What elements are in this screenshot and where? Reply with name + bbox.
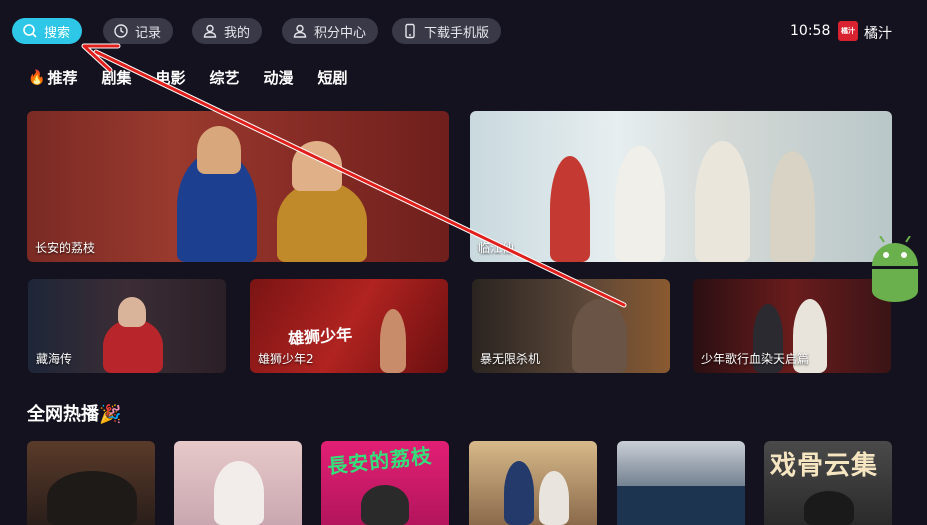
banner-card[interactable]: 临江仙 (470, 111, 892, 262)
poster-card[interactable] (27, 441, 155, 525)
user-icon (203, 24, 217, 38)
tab-label: 综艺 (209, 69, 240, 87)
fire-icon: 🔥 (28, 69, 46, 86)
mine-button[interactable]: 我的 (192, 18, 263, 44)
poster-figure (214, 461, 264, 525)
tab-movie[interactable]: 电影 (155, 67, 185, 88)
poster-figure (361, 485, 409, 525)
tab-short-drama[interactable]: 短剧 (318, 67, 348, 88)
banner-figure (695, 141, 750, 262)
download-app-button-label: 下载手机版 (424, 25, 490, 41)
user-icon (293, 24, 307, 38)
banner-card[interactable]: 长安的荔枝 (27, 111, 449, 262)
mine-button-label: 我的 (224, 25, 251, 41)
banner-figure (615, 146, 665, 262)
top-bar: 搜索 记录 我的 积分中心 下载手机版 10:58 橘汁 橘汁 (0, 0, 927, 62)
card-title: 雄狮少年2 (258, 352, 314, 366)
banner-title: 长安的荔枝 (35, 241, 96, 255)
banner-title: 临江仙 (478, 241, 515, 255)
card-title: 少年歌行血染天启篇 (701, 352, 810, 366)
history-icon (114, 24, 128, 38)
tab-label: 推荐 (47, 69, 78, 87)
poster-card[interactable] (617, 441, 745, 525)
brand-logo-text: 橘汁 (841, 27, 855, 35)
search-icon (23, 24, 37, 38)
category-tabs: 🔥 推荐 剧集 电影 综艺 动漫 短剧 (28, 67, 372, 88)
tab-anime[interactable]: 动漫 (264, 67, 294, 88)
clock: 10:58 (790, 23, 831, 39)
poster-figure (47, 471, 137, 525)
download-app-button[interactable]: 下载手机版 (392, 18, 502, 44)
video-card[interactable]: 少年歌行血染天启篇 (693, 279, 891, 373)
points-center-button-label: 积分中心 (314, 25, 367, 41)
history-button[interactable]: 记录 (103, 18, 174, 44)
history-button-label: 记录 (135, 25, 162, 41)
section-title: 全网热播🎉 (27, 404, 122, 425)
poster-art-text: 長安的荔枝 (326, 443, 434, 479)
card-figure-head (118, 297, 146, 327)
tab-label: 电影 (155, 69, 186, 87)
tab-label: 动漫 (263, 69, 294, 87)
poster-card[interactable] (469, 441, 597, 525)
banner-figure (770, 151, 815, 262)
phone-icon (405, 23, 415, 39)
search-button-label: 搜索 (44, 25, 71, 41)
poster-figure (617, 486, 745, 525)
video-card[interactable]: 暴无限杀机 (472, 279, 670, 373)
video-card[interactable]: 藏海传 (28, 279, 226, 373)
android-icon[interactable] (866, 236, 924, 302)
tab-variety[interactable]: 综艺 (209, 67, 239, 88)
points-center-button[interactable]: 积分中心 (282, 18, 379, 44)
tab-label: 短剧 (317, 69, 348, 87)
poster-art-text: 戏骨云集 (770, 451, 879, 481)
banner-figure (550, 156, 590, 262)
poster-figure (539, 471, 569, 525)
card-figure (103, 319, 163, 373)
poster-card[interactable]: 戏骨云集 (764, 441, 892, 525)
card-title: 暴无限杀机 (480, 352, 541, 366)
poster-card[interactable] (174, 441, 302, 525)
card-figure (380, 309, 406, 373)
banner-figure (277, 181, 367, 262)
banner-figure-head (292, 141, 342, 191)
tab-recommend[interactable]: 🔥 推荐 (28, 67, 77, 88)
card-art-text: 雄狮少年 (287, 324, 353, 349)
tab-series[interactable]: 剧集 (101, 67, 131, 88)
poster-figure (804, 491, 854, 525)
brand-logo: 橘汁 (838, 21, 858, 41)
brand-name: 橘汁 (864, 26, 892, 42)
card-figure (572, 299, 627, 373)
poster-card[interactable]: 長安的荔枝 (321, 441, 449, 525)
card-title: 藏海传 (36, 352, 73, 366)
video-card[interactable]: 雄狮少年 雄狮少年2 (250, 279, 448, 373)
tab-label: 剧集 (101, 69, 132, 87)
search-button[interactable]: 搜索 (12, 18, 83, 44)
banner-figure-head (197, 126, 241, 174)
poster-figure (504, 461, 534, 525)
